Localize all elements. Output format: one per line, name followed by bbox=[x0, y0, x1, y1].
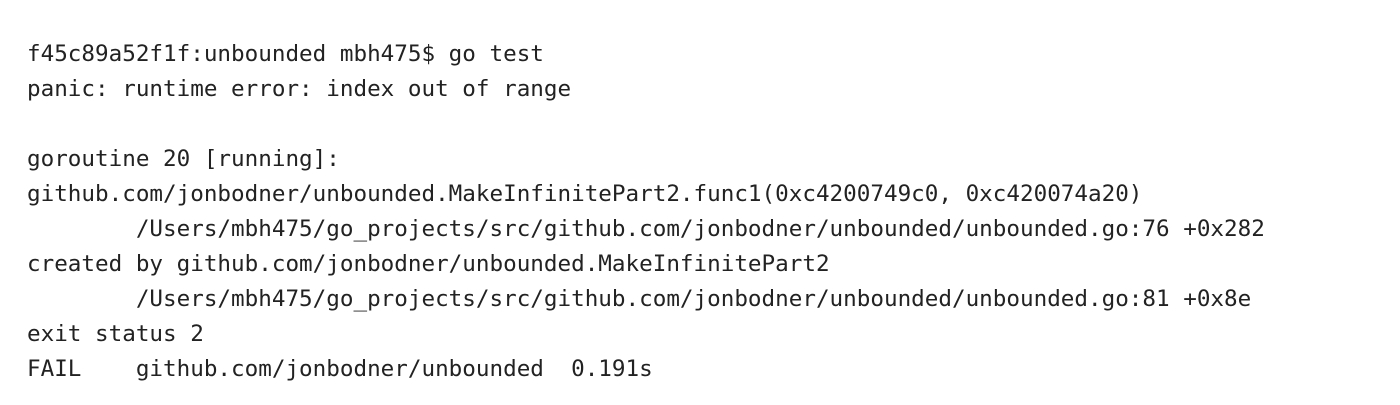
command-prompt-line: f45c89a52f1f:unbounded mbh475$ go test bbox=[27, 41, 544, 67]
created-by-line: created by github.com/jonbodner/unbounde… bbox=[27, 251, 830, 277]
stack-frame-function-line: github.com/jonbodner/unbounded.MakeInfin… bbox=[27, 181, 1143, 207]
created-by-file-line: /Users/mbh475/go_projects/src/github.com… bbox=[27, 286, 1252, 312]
stack-frame-file-line: /Users/mbh475/go_projects/src/github.com… bbox=[27, 216, 1265, 242]
panic-message-line: panic: runtime error: index out of range bbox=[27, 76, 572, 102]
test-fail-summary-line: FAIL github.com/jonbodner/unbounded 0.19… bbox=[27, 356, 653, 382]
exit-status-line: exit status 2 bbox=[27, 321, 204, 347]
terminal-output: f45c89a52f1f:unbounded mbh475$ go test p… bbox=[0, 0, 1400, 405]
goroutine-header-line: goroutine 20 [running]: bbox=[27, 146, 340, 172]
